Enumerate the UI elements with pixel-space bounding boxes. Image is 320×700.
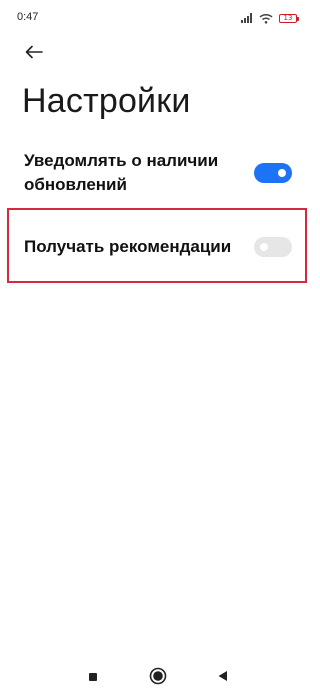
setting-label: Уведомлять о наличии обновлений [24,151,219,194]
battery-level: 13 [283,13,293,22]
status-icons: 13 [241,11,299,25]
back-triangle-icon [217,669,228,687]
recommendations-toggle[interactable] [254,237,292,257]
wifi-icon [259,13,273,24]
battery-icon: 13 [279,13,299,23]
status-time: 0:47 [17,11,39,23]
setting-update-notifications[interactable]: Уведомлять о наличии обновлений [24,148,294,198]
toggle-knob [278,169,286,177]
home-circle-icon [149,667,167,690]
setting-label: Получать рекомендации [24,237,232,256]
page-title: Настройки [22,82,191,120]
recents-square-icon [88,669,98,687]
system-back-button[interactable] [212,668,232,688]
setting-recommendations[interactable]: Получать рекомендации [24,224,294,270]
status-bar: 0:47 13 [0,0,315,40]
update-notifications-toggle[interactable] [254,163,292,183]
arrow-left-icon [25,45,43,64]
home-button[interactable] [148,667,168,690]
back-button[interactable] [20,40,48,68]
signal-icon [241,13,253,23]
recents-button[interactable] [83,668,103,688]
navigation-bar [0,656,315,700]
toggle-knob [260,243,268,251]
